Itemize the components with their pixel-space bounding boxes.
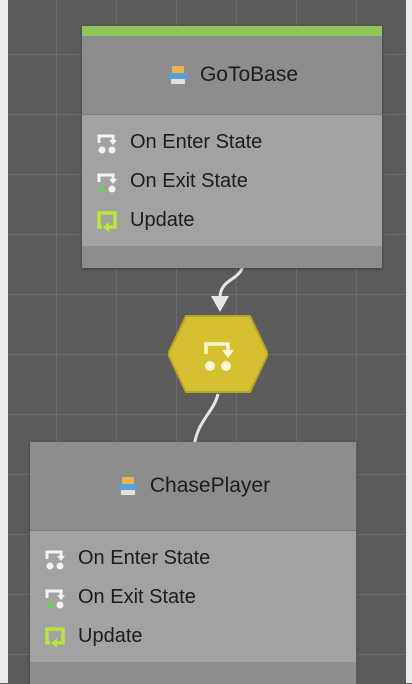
event-label: On Enter State — [130, 131, 263, 153]
transition-node[interactable] — [168, 314, 268, 394]
event-label: Update — [78, 625, 143, 647]
link-transition-to-chaseplayer[interactable] — [192, 393, 220, 449]
exit-state-icon — [45, 589, 65, 608]
active-state-accent-bar — [82, 26, 382, 36]
update-loop-icon — [97, 210, 117, 232]
state-machine-icon — [118, 477, 137, 495]
state-node-header[interactable]: GoToBase — [82, 36, 382, 115]
event-row-on-exit-state[interactable]: On Exit State — [94, 162, 370, 201]
state-node-header[interactable]: ChasePlayer — [30, 442, 356, 531]
state-node-gotobase[interactable]: GoToBase On Enter State On Exit State Up… — [82, 26, 382, 268]
event-row-on-exit-state[interactable]: On Exit State — [42, 578, 344, 617]
event-label: On Enter State — [78, 547, 211, 569]
event-label: Update — [130, 209, 195, 231]
state-node-title: GoToBase — [199, 63, 299, 86]
enter-state-icon — [97, 134, 117, 153]
state-node-events: On Enter State On Exit State Update — [30, 531, 356, 662]
update-loop-icon — [45, 626, 65, 648]
state-node-chaseplayer[interactable]: ChasePlayer On Enter State On Exit State — [30, 442, 356, 684]
event-row-update[interactable]: Update — [94, 201, 370, 240]
event-label: On Exit State — [78, 586, 196, 608]
state-machine-icon — [168, 66, 187, 84]
state-node-footer — [82, 246, 382, 268]
link-arrowhead — [211, 296, 229, 312]
event-label: On Exit State — [130, 170, 248, 192]
event-row-on-enter-state[interactable]: On Enter State — [94, 123, 370, 162]
exit-state-icon — [97, 173, 117, 192]
state-node-title: ChasePlayer — [149, 474, 271, 497]
state-node-footer — [30, 662, 356, 684]
event-row-on-enter-state[interactable]: On Enter State — [42, 539, 344, 578]
enter-state-icon — [45, 550, 65, 569]
state-node-events: On Enter State On Exit State Update — [82, 115, 382, 246]
event-row-update[interactable]: Update — [42, 617, 344, 656]
